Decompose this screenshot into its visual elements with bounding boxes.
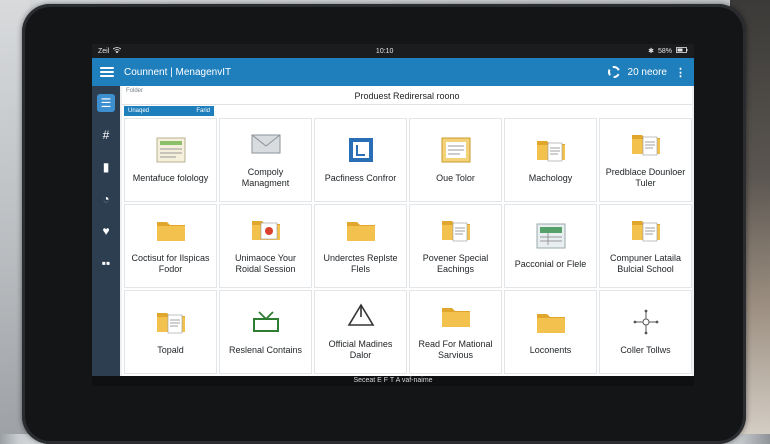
battery-percentage: 58% [657, 47, 672, 55]
form-icon [154, 137, 188, 163]
folder-tile[interactable]: Predblace Dounloer Tuler [599, 118, 692, 202]
folder-tile-label: Oue Tolor [436, 172, 475, 183]
folder-tile-label: Read For Mational Sarvious [418, 339, 493, 360]
folder-tile-label: Unimaoce Your Roidal Session [234, 253, 297, 274]
envelope-icon [249, 131, 283, 157]
folder-tile[interactable]: Official Madines Dalor [314, 290, 407, 374]
sidebar-hash-icon[interactable]: # [97, 126, 115, 144]
sidebar-document-icon[interactable]: ▮ [97, 158, 115, 176]
more-options-icon[interactable]: ⋮ [675, 66, 686, 79]
sidebar: ☰ # ▮ ◔ ♥ ▪▪ [92, 86, 120, 376]
folder-tile-label: Povener Special Eachings [422, 253, 489, 274]
status-time: 10:10 [375, 47, 394, 55]
sidebar-shield-icon[interactable]: ♥ [97, 222, 115, 240]
selection-bar[interactable]: Unaqed Farid [124, 106, 214, 116]
folder-doc-icon [629, 131, 663, 157]
folder-doc-icon [629, 217, 663, 243]
folder-tile-label: Pacconial or Flele [514, 258, 587, 269]
folder-icon [344, 217, 378, 243]
folder-tile[interactable]: Coller Tollws [599, 290, 692, 374]
battery-icon [676, 47, 688, 55]
sidebar-grid-icon[interactable]: ▪▪ [97, 254, 115, 272]
folder-tile[interactable]: Unimaoce Your Roidal Session [219, 204, 312, 288]
box-icon [249, 309, 283, 335]
folder-tile[interactable]: Oue Tolor [409, 118, 502, 202]
folder-tile-label: Coller Tollws [620, 344, 671, 355]
status-bar: Zeil 10:10 ✱ 58% [92, 44, 694, 58]
folder-tile-label: Reslenal Contains [228, 344, 303, 355]
spreadsheet-icon [534, 223, 568, 249]
folder-tile-label: Compoly Managment [241, 167, 290, 188]
content-title: Produest Redirersal roono [354, 91, 460, 101]
main-content: Folder Produest Redirersal roono Unaqed … [122, 86, 692, 376]
folder-grid: Mentafuce folology Compoly Managment Pacfi… [124, 118, 692, 374]
folder-tile-label: Compuner Lataila Bulcial School [609, 253, 682, 274]
folder-tile[interactable]: Coctisut for Ilspicas Fodor [124, 204, 217, 288]
folder-doc-icon [534, 137, 568, 163]
folder-tile[interactable]: Underctes Replste Flels [314, 204, 407, 288]
folder-tile-label: Loconents [529, 344, 572, 355]
folder-tile-label: Mentafuce folology [132, 172, 209, 183]
folder-tile[interactable]: Machology [504, 118, 597, 202]
folder-tile[interactable]: Compuner Lataila Bulcial School [599, 204, 692, 288]
sync-icon[interactable] [607, 66, 620, 78]
app-title: Counnent | MenagenvIT [124, 66, 232, 78]
folder-tile-label: Coctisut for Ilspicas Fodor [131, 253, 210, 274]
folder-tile[interactable]: Reslenal Contains [219, 290, 312, 374]
folder-icon [534, 309, 568, 335]
folder-doc-icon [154, 309, 188, 335]
folder-tile[interactable]: Topald [124, 290, 217, 374]
folder-tile-label: Official Madines Dalor [328, 339, 393, 360]
triangle-icon [344, 303, 378, 329]
header-status-text: 20 neore [627, 66, 667, 78]
folder-tile-label: Machology [528, 172, 573, 183]
folder-photo-icon [249, 217, 283, 243]
document-blue-icon [344, 137, 378, 163]
folder-tile-label: Predblace Dounloer Tuler [605, 167, 686, 188]
selection-right: Farid [196, 108, 210, 114]
selection-left: Unaqed [128, 108, 150, 114]
folder-icon [439, 303, 473, 329]
folder-tile[interactable]: Compoly Managment [219, 118, 312, 202]
hamburger-menu-icon[interactable] [100, 67, 114, 77]
folder-tile[interactable]: Loconents [504, 290, 597, 374]
bottom-bar: Seceat E F T A vaf-naime [92, 376, 694, 386]
app-header: Counnent | MenagenvIT 20 neore ⋮ [92, 58, 694, 86]
folder-tile[interactable]: Pacconial or Flele [504, 204, 597, 288]
carrier-label: Zeil [98, 47, 110, 55]
notepad-icon [439, 137, 473, 163]
folder-tile-label: Underctes Replste Flels [323, 253, 398, 274]
folder-tile[interactable]: Povener Special Eachings [409, 204, 502, 288]
folder-tile[interactable]: Read For Mational Sarvious [409, 290, 502, 374]
folder-tile-label: Topald [157, 344, 184, 355]
content-header: Folder Produest Redirersal roono [122, 86, 692, 105]
sidebar-gauge-icon[interactable]: ◔ [97, 190, 115, 208]
folder-tile[interactable]: Mentafuce folology [124, 118, 217, 202]
folder-tile-label: Pacfiness Confror [324, 172, 397, 183]
folder-doc-icon [439, 217, 473, 243]
network-icon [629, 309, 663, 335]
sidebar-filter-icon[interactable]: ☰ [97, 94, 115, 112]
tablet-screen: Zeil 10:10 ✱ 58% Counnent | MenagenvIT 2… [92, 44, 694, 386]
folder-tile[interactable]: Pacfiness Confror [314, 118, 407, 202]
wifi-icon [113, 47, 122, 55]
folder-icon [154, 217, 188, 243]
bluetooth-icon: ✱ [648, 48, 654, 55]
